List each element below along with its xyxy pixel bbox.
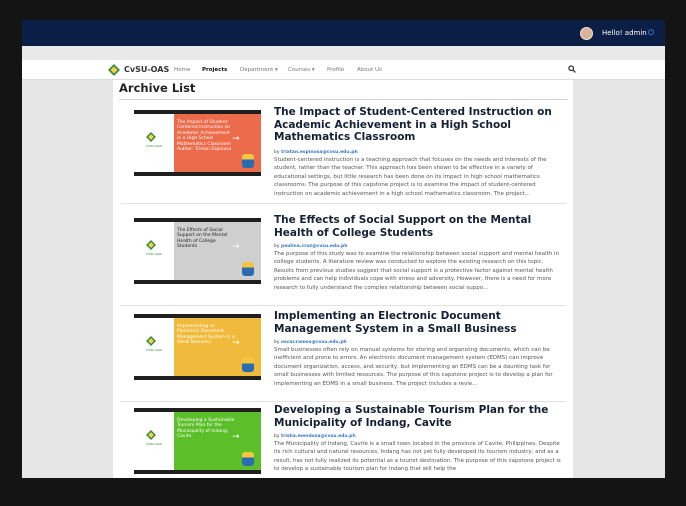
archive-title[interactable]: Implementing an Electronic Document Mana… bbox=[274, 310, 564, 335]
archive-card[interactable]: CVSU-OAS The Effects of Social Support o… bbox=[121, 214, 566, 306]
author-email[interactable]: trisha.mendoza@cvsu.edu.ph bbox=[281, 434, 356, 439]
thumb-brand: CVSU-OAS bbox=[146, 144, 162, 148]
archive-title[interactable]: Developing a Sustainable Tourism Plan fo… bbox=[274, 404, 564, 429]
person-illustration-icon bbox=[242, 262, 254, 276]
archive-title[interactable]: The Effects of Social Support on the Men… bbox=[274, 214, 564, 239]
thumb-brand: CVSU-OAS bbox=[146, 442, 162, 446]
archive-thumbnail[interactable]: CVSU-OAS Implementing an Electronic Docu… bbox=[134, 314, 261, 380]
brand-name[interactable]: CvSU-OAS bbox=[124, 65, 169, 74]
cvsu-logo-icon bbox=[146, 430, 156, 440]
thumb-title: The Effects of Social Support on the Men… bbox=[177, 228, 228, 250]
archive-thumbnail[interactable]: CVSU-OAS The Impact of Student-Centered … bbox=[134, 110, 261, 176]
cvsu-logo-icon[interactable] bbox=[108, 64, 120, 76]
thumb-white-panel bbox=[134, 114, 174, 172]
archive-author: by paulina.cruz@cvsu.edu.ph bbox=[274, 244, 347, 249]
top-bar: Hello! admin ⏻ bbox=[22, 20, 665, 46]
screen-frame-bottom bbox=[0, 478, 686, 506]
user-avatar-icon[interactable] bbox=[580, 27, 593, 40]
title-divider bbox=[119, 99, 568, 100]
archive-description: The Municipality of Indang, Cavite is a … bbox=[274, 441, 561, 473]
nav-about-us[interactable]: About Us bbox=[357, 67, 382, 73]
thumb-brand: CVSU-OAS bbox=[146, 252, 162, 256]
archive-thumbnail[interactable]: CVSU-OAS Developing a Sustainable Touris… bbox=[134, 408, 261, 474]
author-prefix: by bbox=[274, 434, 280, 439]
person-illustration-icon bbox=[242, 154, 254, 168]
arrow-right-icon: → bbox=[232, 432, 240, 442]
archive-description: The purpose of this study was to examine… bbox=[274, 251, 560, 291]
author-email[interactable]: trixtan.espinosa@cvsu.edu.ph bbox=[281, 150, 358, 155]
archive-thumbnail[interactable]: CVSU-OAS The Effects of Social Support o… bbox=[134, 218, 261, 284]
nav-courses[interactable]: Courses ▾ bbox=[288, 67, 315, 73]
cvsu-logo-icon bbox=[146, 336, 156, 346]
screen-frame-top bbox=[0, 0, 686, 20]
arrow-right-icon: → bbox=[232, 242, 240, 252]
search-icon[interactable] bbox=[568, 65, 576, 73]
thumb-white-panel bbox=[134, 412, 174, 470]
thumb-title: The Impact of Student-Centered Instructi… bbox=[177, 120, 232, 153]
cvsu-logo-icon bbox=[146, 132, 156, 142]
author-prefix: by bbox=[274, 244, 280, 249]
archive-card[interactable]: CVSU-OAS Implementing an Electronic Docu… bbox=[121, 310, 566, 402]
archive-description: Small businesses often rely on manual sy… bbox=[274, 347, 553, 387]
thumb-white-panel bbox=[134, 222, 174, 280]
person-illustration-icon bbox=[242, 358, 254, 372]
greeting-text[interactable]: Hello! admin bbox=[602, 29, 647, 37]
person-illustration-icon bbox=[242, 452, 254, 466]
nav-profile[interactable]: Profile bbox=[327, 67, 344, 73]
author-email[interactable]: oscar.ramos@cvsu.edu.ph bbox=[281, 340, 347, 345]
thumb-brand: CVSU-OAS bbox=[146, 348, 162, 352]
author-email[interactable]: paulina.cruz@cvsu.edu.ph bbox=[281, 244, 348, 249]
screen-frame-right bbox=[665, 0, 686, 506]
thumb-title: Implementing an Electronic Document Mana… bbox=[177, 324, 235, 346]
archive-author: by oscar.ramos@cvsu.edu.ph bbox=[274, 340, 347, 345]
page-title: Archive List bbox=[119, 81, 196, 95]
archive-content: Archive List CVSU-OAS The Impact of Stud… bbox=[113, 80, 573, 478]
thumb-title: Developing a Sustainable Tourism Plan fo… bbox=[177, 418, 235, 440]
nav-home[interactable]: Home bbox=[174, 67, 190, 73]
nav-department[interactable]: Department ▾ bbox=[240, 67, 278, 73]
arrow-right-icon: → bbox=[232, 338, 240, 348]
nav-projects[interactable]: Projects bbox=[202, 67, 227, 73]
power-icon[interactable]: ⏻ bbox=[648, 28, 654, 38]
top-spacer bbox=[22, 46, 665, 60]
screen-frame-left bbox=[0, 0, 22, 506]
arrow-right-icon: → bbox=[232, 134, 240, 144]
thumb-white-panel bbox=[134, 318, 174, 376]
archive-title[interactable]: The Impact of Student-Centered Instructi… bbox=[274, 106, 564, 144]
archive-author: by trixtan.espinosa@cvsu.edu.ph bbox=[274, 150, 358, 155]
archive-author: by trisha.mendoza@cvsu.edu.ph bbox=[274, 434, 356, 439]
main-navbar: CvSU-OAS Home Projects Department ▾ Cour… bbox=[22, 60, 665, 80]
author-prefix: by bbox=[274, 150, 280, 155]
archive-card[interactable]: CVSU-OAS Developing a Sustainable Touris… bbox=[121, 404, 566, 478]
author-prefix: by bbox=[274, 340, 280, 345]
cvsu-logo-icon bbox=[146, 240, 156, 250]
archive-card[interactable]: CVSU-OAS The Impact of Student-Centered … bbox=[121, 106, 566, 204]
archive-description: Student-centered instruction is a teachi… bbox=[274, 157, 547, 197]
